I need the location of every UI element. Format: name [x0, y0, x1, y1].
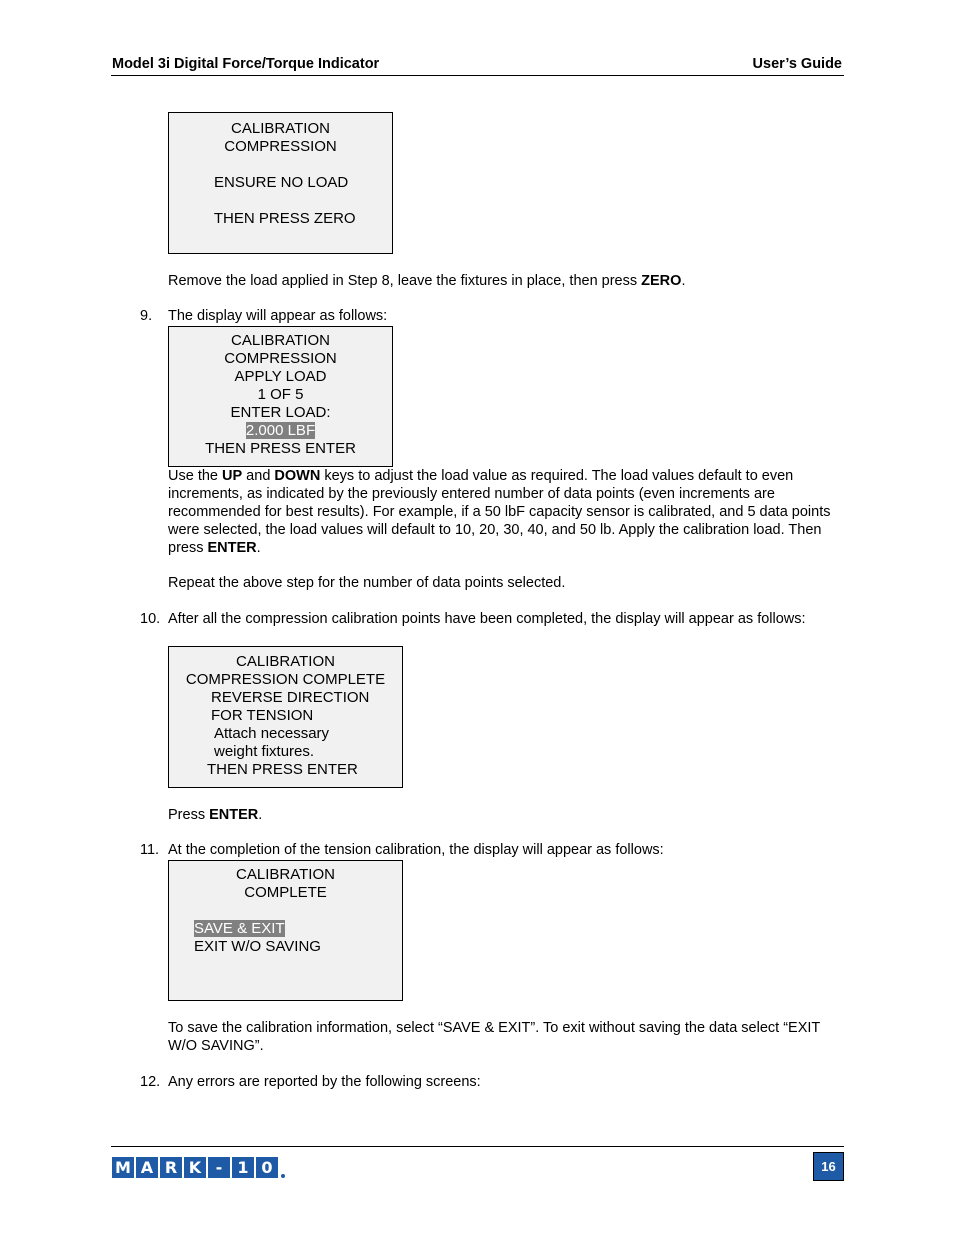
text: Press	[168, 807, 210, 823]
screen-line: REVERSE DIRECTION	[211, 689, 370, 706]
logo-letter: 0	[256, 1157, 278, 1178]
logo-letter: R	[160, 1157, 182, 1178]
screen-line: COMPRESSION COMPLETE	[185, 671, 386, 688]
screen-line: weight fixtures.	[214, 743, 315, 760]
text: .	[258, 807, 263, 823]
step-number: 9.	[140, 308, 153, 324]
page-number: 16	[813, 1152, 844, 1181]
instruction-press-enter: Press ENTER.	[168, 806, 848, 824]
screen-line: THEN PRESS ENTER	[205, 440, 356, 457]
key-name: ENTER	[207, 540, 257, 556]
display-screen-calibration-complete: CALIBRATION COMPLETE SAVE & EXIT EXIT W/…	[168, 860, 403, 1001]
display-screen-apply-load: CALIBRATION COMPRESSION APPLY LOAD 1 OF …	[168, 326, 393, 467]
screen-line: CALIBRATION	[231, 332, 330, 349]
key-name: DOWN	[274, 468, 321, 484]
menu-option-exit-without-saving[interactable]: EXIT W/O SAVING	[169, 938, 402, 956]
step-number: 12.	[140, 1074, 161, 1090]
mark-10-logo: M A R K - 1 0	[112, 1157, 285, 1178]
screen-line: THEN PRESS ENTER	[207, 761, 358, 778]
menu-option-save-exit[interactable]: SAVE & EXIT	[194, 920, 285, 937]
logo-letter: M	[112, 1157, 134, 1178]
key-name: ZERO	[641, 273, 682, 289]
load-value-highlight: 2.000 LBF	[245, 422, 316, 439]
step-text: The display will appear as follows:	[168, 308, 388, 324]
key-name: UP	[222, 468, 243, 484]
display-screen-ensure-no-load: CALIBRATION COMPRESSION ENSURE NO LOAD T…	[168, 112, 393, 254]
logo-letter: K	[184, 1157, 206, 1178]
text: .	[681, 273, 686, 289]
screen-line	[169, 192, 392, 210]
instruction-save: To save the calibration information, sel…	[168, 1020, 821, 1054]
screen-line: CALIBRATION	[231, 120, 330, 137]
key-name: ENTER	[209, 807, 259, 823]
screen-line: THEN PRESS ZERO	[210, 210, 356, 227]
document-title: Model 3i Digital Force/Torque Indicator	[112, 56, 380, 72]
text: Use the	[168, 468, 222, 484]
screen-line: COMPRESSION	[224, 138, 337, 155]
display-screen-reverse-direction: CALIBRATION COMPRESSION COMPLETE REVERSE…	[168, 646, 403, 788]
footer-rule	[111, 1146, 844, 1147]
screen-line: 1 OF 5	[257, 386, 304, 403]
text: Remove the load applied in Step 8, leave…	[168, 273, 642, 289]
instruction-repeat: Repeat the above step for the number of …	[168, 575, 566, 591]
logo-letter: A	[136, 1157, 158, 1178]
step-number: 11.	[140, 842, 160, 858]
step-number: 10.	[140, 611, 161, 627]
step-text: After all the compression calibration po…	[168, 611, 806, 627]
step-text: Any errors are reported by the following…	[168, 1074, 481, 1090]
screen-line: CALIBRATION	[236, 653, 335, 670]
screen-line: APPLY LOAD	[234, 368, 327, 385]
logo-registered-mark	[281, 1174, 285, 1178]
screen-line: COMPLETE	[244, 884, 327, 901]
text: and	[242, 468, 275, 484]
header-rule	[111, 75, 844, 76]
screen-line: Attach necessary	[214, 725, 330, 742]
screen-line: FOR TENSION	[211, 707, 314, 724]
screen-line	[169, 156, 392, 174]
instruction-zero: Remove the load applied in Step 8, leave…	[168, 272, 848, 290]
screen-line: CALIBRATION	[236, 866, 335, 883]
text: .	[256, 540, 261, 556]
logo-letter: -	[208, 1157, 230, 1178]
instruction-adjust-load: Use the UP and DOWN keys to adjust the l…	[168, 467, 846, 557]
screen-line: ENTER LOAD:	[230, 404, 331, 421]
screen-line: ENSURE NO LOAD	[214, 174, 349, 191]
step-text: At the completion of the tension calibra…	[168, 842, 664, 858]
logo-letter: 1	[232, 1157, 254, 1178]
guide-label: User’s Guide	[752, 56, 842, 72]
screen-line: COMPRESSION	[224, 350, 337, 367]
